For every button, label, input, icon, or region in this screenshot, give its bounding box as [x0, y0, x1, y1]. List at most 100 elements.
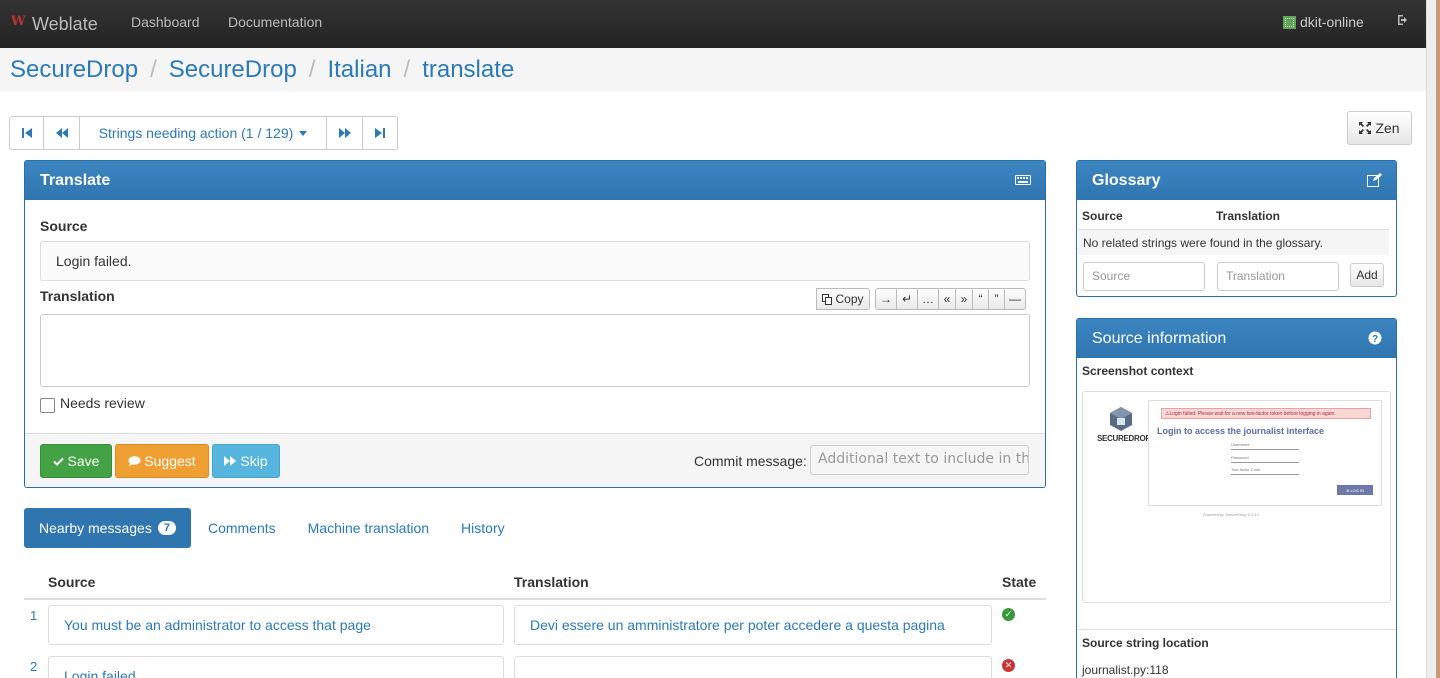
char-laquo-button[interactable]: « — [938, 288, 956, 310]
nearby-translation-cell[interactable]: Devi essere un amministratore per poter … — [514, 605, 992, 645]
translate-panel-title: Translate — [40, 171, 111, 189]
edit-glossary-icon[interactable] — [1367, 173, 1382, 192]
char-ldquo-button[interactable]: “ — [972, 288, 989, 310]
last-icon — [375, 128, 385, 138]
suggest-button[interactable]: Suggest — [115, 444, 209, 478]
source-information-panel: Source information ? Screenshot context … — [1076, 318, 1397, 678]
tab-machine-translation[interactable]: Machine translation — [293, 508, 444, 548]
screenshot-password-field: Password — [1231, 455, 1299, 463]
nearby-source-cell[interactable]: Login failed. — [48, 656, 504, 678]
nearby-count-badge: 7 — [157, 521, 176, 535]
char-rdquo-button[interactable]: ” — [988, 288, 1005, 310]
zen-button[interactable]: Zen — [1347, 111, 1412, 145]
glossary-col-source: Source — [1082, 209, 1123, 223]
breadcrumb-translate[interactable]: translate — [422, 56, 514, 84]
top-navbar: W Weblate Dashboard Documentation dkit-o… — [0, 0, 1426, 48]
translate-panel-header: Translate — [25, 161, 1045, 200]
commit-message-input[interactable]: Additional text to include in the — [810, 445, 1029, 475]
filter-label: Strings needing action (1 / 129) — [98, 125, 294, 141]
glossary-header: Glossary — [1077, 161, 1396, 200]
breadcrumb-project[interactable]: SecureDrop — [10, 56, 138, 84]
char-newline-button[interactable]: ↵ — [896, 288, 918, 310]
copy-button[interactable]: Copy — [816, 288, 870, 310]
help-icon[interactable]: ? — [1368, 331, 1382, 350]
screenshot-login-box: ⚠Login failed. Please wait for a new two… — [1148, 400, 1382, 506]
char-raquo-button[interactable]: » — [955, 288, 973, 310]
commit-message-label: Commit message: — [694, 453, 807, 469]
tab-nearby-label: Nearby messages — [39, 520, 152, 536]
glossary-title: Glossary — [1092, 171, 1161, 189]
next-icon — [338, 128, 351, 138]
source-info-header: Source information ? — [1077, 319, 1396, 358]
source-info-title: Source information — [1092, 329, 1227, 347]
divider — [1078, 629, 1396, 630]
untranslated-state-icon: ✕ — [1002, 659, 1015, 672]
breadcrumb: SecureDrop / SecureDrop / Italian / tran… — [0, 48, 1426, 91]
scrollbar[interactable] — [1426, 0, 1440, 678]
skip-label: Skip — [240, 453, 268, 469]
user-menu[interactable]: dkit-online — [1283, 14, 1364, 30]
char-ellipsis-button[interactable]: … — [917, 288, 939, 310]
char-emdash-button[interactable]: — — [1004, 288, 1026, 310]
logout-icon[interactable] — [1397, 14, 1409, 29]
brand[interactable]: W Weblate — [10, 12, 98, 36]
screenshot-powered-by: Powered by SecureDrop 0.3.12 — [1203, 512, 1259, 517]
save-label: Save — [67, 453, 100, 469]
copy-toolbar: Copy — [816, 288, 870, 310]
needs-review-label: Needs review — [60, 395, 145, 411]
nearby-translation-cell[interactable] — [514, 656, 992, 678]
screenshot-login-button: ⊛ LOG IN — [1337, 485, 1373, 495]
first-button[interactable] — [10, 117, 44, 149]
translate-panel-footer: Save Suggest Skip Commit message: Additi… — [25, 433, 1045, 487]
nav-documentation[interactable]: Documentation — [228, 14, 322, 30]
translation-textarea[interactable] — [40, 314, 1030, 387]
column-translation: Translation — [514, 574, 589, 590]
tab-nearby-messages[interactable]: Nearby messages 7 — [24, 508, 191, 548]
string-navigation: Strings needing action (1 / 129) — [9, 116, 398, 150]
last-button[interactable] — [363, 117, 397, 149]
screenshot-context-label: Screenshot context — [1082, 364, 1194, 378]
glossary-source-input[interactable]: Source — [1083, 262, 1205, 291]
nav-dashboard[interactable]: Dashboard — [131, 14, 200, 30]
skip-button[interactable]: Skip — [212, 444, 280, 478]
column-state: State — [1002, 574, 1037, 590]
tab-history[interactable]: History — [446, 508, 520, 548]
table-header-divider — [24, 598, 1046, 600]
nearby-source-cell[interactable]: You must be an administrator to access t… — [48, 605, 504, 645]
special-chars-toolbar: → ↵ … « » “ ” — — [875, 288, 1026, 310]
source-location-value[interactable]: journalist.py:118 — [1082, 663, 1169, 677]
column-source: Source — [48, 574, 96, 590]
tab-comments[interactable]: Comments — [193, 508, 291, 548]
breadcrumb-component[interactable]: SecureDrop — [169, 56, 297, 84]
brand-name: Weblate — [32, 13, 98, 34]
row-number: 1 — [30, 608, 38, 623]
caret-down-icon — [299, 130, 308, 136]
filter-dropdown[interactable]: Strings needing action (1 / 129) — [80, 117, 327, 149]
translation-label: Translation — [40, 288, 115, 304]
weblate-logo-icon: W — [11, 14, 26, 29]
comment-icon — [128, 455, 141, 466]
screenshot-image[interactable]: SECUREDROP ⚠Login failed. Please wait fo… — [1082, 391, 1391, 603]
glossary-add-button[interactable]: Add — [1350, 263, 1384, 287]
screenshot-code-field: Two-factor Code — [1231, 467, 1299, 475]
glossary-col-translation: Translation — [1216, 209, 1281, 223]
translated-state-icon: ✓ — [1002, 608, 1015, 621]
previous-button[interactable] — [44, 117, 80, 149]
user-avatar-icon — [1283, 15, 1296, 29]
glossary-empty-message: No related strings were found in the glo… — [1078, 229, 1389, 255]
user-name: dkit-online — [1300, 14, 1364, 30]
screenshot-username-field: Username — [1231, 442, 1299, 450]
char-tab-button[interactable]: → — [875, 288, 897, 310]
zen-label: Zen — [1375, 120, 1400, 136]
needs-review-checkbox[interactable] — [40, 398, 55, 413]
next-button[interactable] — [327, 117, 363, 149]
save-button[interactable]: Save — [40, 444, 112, 478]
previous-icon — [55, 128, 68, 138]
breadcrumb-language[interactable]: Italian — [327, 56, 391, 84]
first-icon — [21, 128, 32, 138]
keyboard-icon[interactable] — [1015, 173, 1031, 191]
glossary-translation-input[interactable]: Translation — [1217, 262, 1339, 291]
fast-forward-icon — [224, 456, 237, 466]
check-icon — [52, 457, 64, 466]
copy-icon — [822, 293, 833, 305]
